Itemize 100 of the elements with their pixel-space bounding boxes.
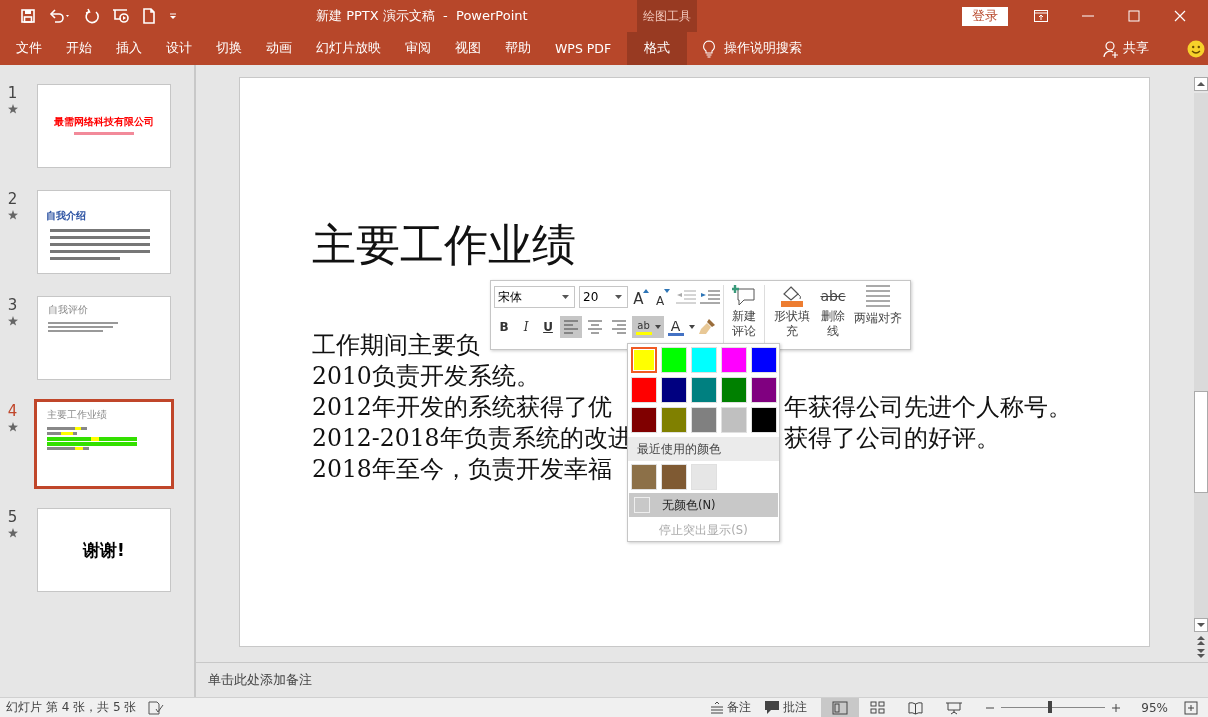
font-dropdown[interactable]: 宋体 (494, 286, 576, 308)
ribbon-tab[interactable]: 格式 (627, 32, 688, 65)
font-color-button[interactable]: A (666, 316, 696, 338)
projector-icon (945, 700, 964, 715)
ribbon-tab[interactable]: WPS PDF (543, 32, 624, 65)
maximize-icon[interactable] (1128, 10, 1140, 22)
slide-thumbnail[interactable]: 自我介绍 (37, 190, 171, 274)
thumbnail-title: 自我介绍 (46, 209, 87, 223)
slide-thumbnail[interactable]: 谢谢! (37, 508, 171, 592)
notes-button[interactable]: 备注 (711, 699, 752, 716)
body-text: 获得了公司的好评。 (784, 423, 1001, 454)
body-text: 2018年至今，负责开发幸福 (312, 454, 613, 485)
slide-number: 5 (7, 508, 18, 526)
caret-icon (562, 295, 570, 299)
book-icon (907, 700, 926, 715)
share-button[interactable]: 共享 (1123, 40, 1149, 57)
grid-view-icon (869, 700, 888, 715)
ribbon-tab[interactable]: 切换 (204, 32, 254, 65)
thumbnail-title: 最需网络科技有限公司 (53, 115, 155, 129)
body-text: 年获得公司先进个人称号。 (784, 392, 1073, 423)
scrollbar-thumb[interactable] (1194, 391, 1208, 493)
save-icon[interactable] (20, 8, 36, 24)
comment-icon (732, 285, 756, 307)
ribbon-tab[interactable]: 插入 (104, 32, 154, 65)
grow-font-button[interactable]: A (632, 286, 651, 308)
caret-icon (688, 325, 695, 329)
view-button[interactable] (821, 697, 860, 717)
slideshow-icon[interactable] (112, 8, 130, 24)
normal-view-icon (831, 700, 850, 715)
context-tab-label: 绘图工具 (637, 0, 697, 32)
spellcheck-icon[interactable] (148, 700, 165, 715)
smiley-icon[interactable] (1187, 39, 1205, 58)
ribbon-tab[interactable]: 设计 (154, 32, 204, 65)
sign-in-button[interactable]: 登录 (962, 6, 1008, 26)
comment-icon (765, 701, 780, 714)
triangle-icon (664, 289, 671, 293)
slide-thumbnail[interactable]: 最需网络科技有限公司 (37, 84, 171, 168)
undo-icon[interactable] (48, 8, 72, 24)
increase-indent-icon[interactable] (700, 290, 720, 304)
star-icon (7, 528, 18, 538)
shrink-font-button[interactable]: A (654, 286, 672, 308)
comments-button[interactable]: 批注 (765, 699, 808, 716)
caret-icon (615, 295, 623, 299)
menu-item[interactable]: 无颜色(N) (629, 493, 778, 517)
align-icon (612, 320, 626, 334)
scroll-down-icon[interactable] (1194, 618, 1208, 632)
ribbon-tab[interactable]: 幻灯片放映 (304, 32, 393, 65)
slide-counter: 幻灯片 第 4 张，共 5 张 (6, 699, 137, 716)
body-text: 工作期间主要负 (312, 330, 481, 361)
italic-button[interactable]: I (516, 316, 536, 338)
search-label[interactable]: 操作说明搜索 (724, 40, 803, 57)
slide-number: 1 (7, 84, 18, 102)
star-icon (7, 210, 18, 220)
menu-heading: 最近使用的颜色 (628, 437, 779, 461)
strikethrough-button[interactable]: abc 删除线 (816, 285, 850, 345)
ribbon-tab[interactable]: 帮助 (493, 32, 543, 65)
notes-icon (711, 701, 724, 714)
slide-thumbnail[interactable]: 主要工作业绩 (34, 399, 174, 489)
thumbnail-text-drawing (48, 322, 118, 334)
slide-title: 主要工作业绩 (312, 218, 577, 272)
ribbon-tab[interactable]: 文件 (4, 32, 54, 65)
star-icon (7, 422, 18, 432)
triangle-icon (643, 289, 650, 293)
star-icon (7, 104, 18, 114)
fit-to-window-icon[interactable] (1184, 700, 1198, 715)
shape-fill-button[interactable]: 形状填充 (768, 285, 816, 345)
bold-button[interactable]: B (494, 316, 514, 338)
lightbulb-icon[interactable] (702, 39, 717, 58)
redo-icon[interactable] (84, 8, 100, 24)
star-icon (7, 316, 18, 326)
thumbnail-text-line (74, 132, 134, 135)
align-icon (564, 320, 578, 334)
ribbon-tab[interactable]: 审阅 (393, 32, 443, 65)
format-painter-icon[interactable] (698, 318, 716, 336)
font-size-dropdown[interactable]: 20 (579, 286, 629, 308)
zoom-slider-thumb[interactable] (1048, 701, 1053, 713)
underline-button[interactable]: U (538, 316, 558, 338)
ribbon-display-icon[interactable] (1034, 10, 1048, 22)
justify-icon (866, 285, 890, 309)
person-add-icon[interactable] (1103, 39, 1119, 58)
ribbon-tab[interactable]: 开始 (54, 32, 104, 65)
paint-bucket-icon (779, 285, 805, 307)
slide-number: 2 (7, 190, 18, 208)
zoom-level[interactable]: 95% (1141, 700, 1168, 715)
ribbon-tab[interactable]: 动画 (254, 32, 304, 65)
slide-number: 4 (7, 402, 18, 420)
slide-thumbnail[interactable]: 自我评价 (37, 296, 171, 380)
color-swatch[interactable] (631, 347, 657, 373)
ribbon-tab[interactable]: 视图 (443, 32, 493, 65)
zoom-in-icon[interactable] (1111, 702, 1122, 713)
empty-swatch-icon (634, 497, 650, 513)
new-file-icon[interactable] (142, 8, 156, 24)
slide-number: 3 (7, 296, 18, 314)
new-comment-button[interactable]: 新建评论 (727, 285, 761, 345)
justify-button[interactable]: 两端对齐 (850, 285, 906, 345)
thumbnail-title: 主要工作业绩 (47, 408, 108, 422)
close-icon[interactable] (1174, 10, 1186, 22)
scroll-up-icon[interactable] (1194, 77, 1208, 91)
align-icon (588, 320, 602, 334)
highlight-color-button[interactable]: ab (632, 316, 664, 338)
